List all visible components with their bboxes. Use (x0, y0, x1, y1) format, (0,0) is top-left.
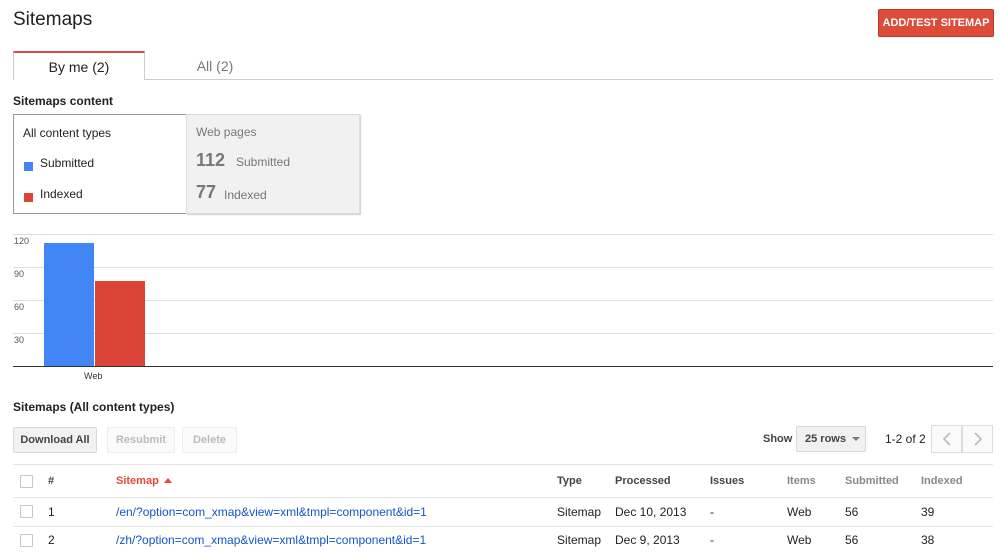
table-row-divider (13, 526, 993, 527)
column-header-indexed: Indexed (921, 475, 963, 487)
column-header-sitemap[interactable]: Sitemap (116, 475, 172, 487)
legend-submitted-label: Submitted (40, 156, 95, 170)
grid-line (13, 234, 993, 235)
tab-by-me[interactable]: By me (2) (13, 51, 145, 80)
row-type: Sitemap (557, 505, 602, 519)
show-label: Show (763, 433, 793, 445)
row-processed: Dec 9, 2013 (615, 533, 680, 547)
row-indexed: 38 (921, 533, 935, 547)
row-issues: - (710, 533, 714, 547)
row-number: 1 (48, 505, 55, 519)
content-type-all-title: All content types (23, 126, 112, 140)
sitemap-link[interactable]: /en/?option=com_xmap&view=xml&tmpl=compo… (116, 505, 427, 519)
delete-button[interactable]: Delete (182, 427, 237, 453)
bar-indexed (95, 281, 145, 366)
x-category-label: Web (84, 371, 103, 381)
y-tick-label: 60 (14, 302, 25, 312)
rows-per-page-select[interactable]: 25 rows (796, 426, 866, 452)
next-page-button[interactable] (962, 425, 993, 453)
row-checkbox[interactable] (20, 505, 33, 518)
row-submitted: 56 (845, 533, 859, 547)
pagination-text: 1-2 of 2 (885, 432, 926, 446)
row-items: Web (787, 533, 812, 547)
grid-line (13, 267, 993, 268)
content-type-web-pages[interactable]: Web pages 112 Submitted 77 Indexed (186, 114, 360, 214)
web-indexed-label: Indexed (224, 188, 267, 202)
add-test-sitemap-button[interactable]: ADD/TEST SITEMAP (878, 9, 994, 37)
column-header-items: Items (787, 475, 816, 487)
previous-page-button[interactable] (931, 425, 962, 453)
row-items: Web (787, 505, 812, 519)
table-row-divider (13, 497, 993, 498)
page-title: Sitemaps (13, 9, 93, 30)
column-header-sitemap-label: Sitemap (116, 475, 159, 487)
column-header-type[interactable]: Type (557, 475, 582, 487)
legend-indexed-swatch (24, 189, 33, 207)
select-all-checkbox[interactable] (20, 475, 33, 488)
column-header-processed[interactable]: Processed (615, 475, 671, 487)
y-tick-label: 120 (14, 236, 30, 246)
table-top-border (13, 464, 993, 465)
row-submitted: 56 (845, 505, 859, 519)
rows-per-page-value: 25 rows (805, 433, 846, 445)
content-type-all[interactable]: All content types Submitted Indexed (13, 114, 187, 214)
tab-all[interactable]: All (2) (145, 51, 285, 80)
web-indexed-count: 77 (196, 182, 217, 202)
row-checkbox[interactable] (20, 534, 33, 547)
chevron-down-icon (851, 437, 860, 441)
web-submitted-count: 112 (196, 150, 226, 170)
sitemaps-content-heading: Sitemaps content (13, 94, 114, 108)
row-number: 2 (48, 533, 55, 547)
column-header-number: # (48, 475, 55, 487)
sitemap-link[interactable]: /zh/?option=com_xmap&view=xml&tmpl=compo… (116, 533, 426, 547)
y-tick-label: 90 (14, 269, 25, 279)
y-tick-label: 30 (14, 335, 25, 345)
chevron-right-icon (973, 432, 982, 446)
legend-indexed-label: Indexed (40, 187, 83, 201)
x-axis (13, 366, 993, 367)
web-pages-title: Web pages (196, 125, 257, 139)
grid-line (13, 333, 993, 334)
column-header-submitted: Submitted (845, 475, 899, 487)
row-processed: Dec 10, 2013 (615, 505, 687, 519)
bar-submitted (44, 242, 94, 366)
download-all-button[interactable]: Download All (13, 427, 97, 453)
row-issues: - (710, 505, 714, 519)
sitemaps-table-heading: Sitemaps (All content types) (13, 400, 175, 414)
sort-ascending-icon (163, 478, 172, 483)
web-submitted-label: Submitted (236, 155, 291, 169)
legend-submitted-swatch (24, 158, 33, 176)
row-indexed: 39 (921, 505, 935, 519)
chevron-left-icon (942, 432, 951, 446)
row-type: Sitemap (557, 533, 602, 547)
grid-line (13, 300, 993, 301)
column-header-issues[interactable]: Issues (710, 475, 744, 487)
resubmit-button[interactable]: Resubmit (107, 427, 175, 453)
